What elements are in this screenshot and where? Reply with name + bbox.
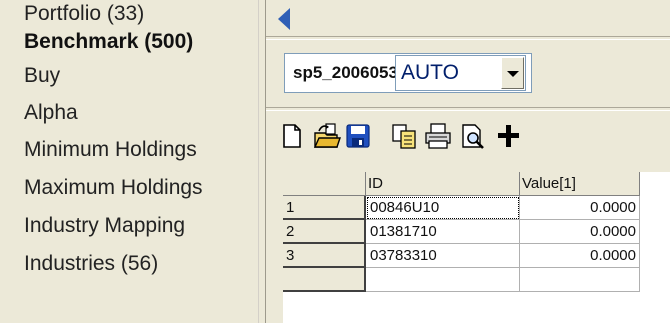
copy-icon[interactable] [390,122,418,150]
table-cell-id[interactable]: 01381710 [366,220,520,244]
table-cell-id[interactable]: 03783310 [366,244,520,268]
new-document-icon[interactable] [278,122,306,150]
nav-item-maximum-holdings[interactable]: Maximum Holdings [24,176,203,200]
divider [266,36,670,40]
nav-item-industry-mapping[interactable]: Industry Mapping [24,214,185,238]
grid-corner-header[interactable] [283,172,366,196]
file-selector: sp5_20060531c.hld AUTO [284,53,532,93]
table-cell-value[interactable]: 0.0000 [520,196,640,220]
nav-item-benchmark[interactable]: Benchmark (500) [24,30,193,54]
save-disk-icon[interactable] [344,122,372,150]
add-plus-icon[interactable] [495,122,523,150]
table-cell-value[interactable]: 0.0000 [520,220,640,244]
holdings-grid: ID Value[1] 1 00846U10 0.0000 2 01381710… [283,172,670,323]
nav-item-buy[interactable]: Buy [24,64,60,88]
column-header-id[interactable]: ID [366,172,520,196]
table-cell-id[interactable]: 00846U10 [366,196,520,220]
open-folder-icon[interactable] [313,122,341,150]
print-icon[interactable] [424,122,452,150]
nav-item-minimum-holdings[interactable]: Minimum Holdings [24,138,197,162]
row-header[interactable]: 3 [283,244,366,268]
row-header[interactable]: 1 [283,196,366,220]
row-header[interactable] [283,268,366,292]
row-header[interactable]: 2 [283,220,366,244]
nav-item-alpha[interactable]: Alpha [24,101,78,125]
section-nav: Portfolio (33) Benchmark (500) Buy Alpha… [0,0,258,323]
print-preview-icon[interactable] [459,122,487,150]
pane-splitter[interactable] [258,0,266,323]
dropdown-button[interactable] [501,57,524,89]
nav-item-portfolio[interactable]: Portfolio (33) [24,2,144,26]
mode-select-value: AUTO [401,61,459,84]
nav-item-industries[interactable]: Industries (56) [24,252,158,276]
table-cell-id[interactable] [366,268,520,292]
table-cell-value[interactable]: 0.0000 [520,244,640,268]
scroll-left-arrow-icon[interactable] [278,8,290,30]
chevron-down-icon [507,71,519,77]
benchmark-pane: sp5_20060531c.hld AUTO ID Value[1] 1 008… [266,0,670,323]
divider [266,107,670,111]
column-header-value[interactable]: Value[1] [520,172,640,196]
table-cell-value[interactable] [520,268,640,292]
mode-select[interactable]: AUTO [395,55,526,91]
